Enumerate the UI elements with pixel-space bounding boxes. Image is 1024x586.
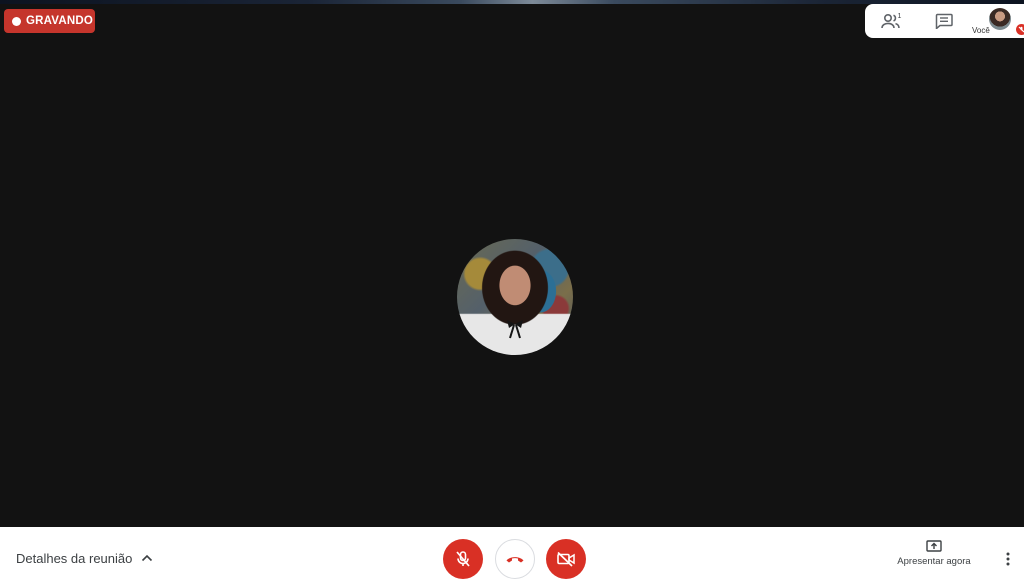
meeting-details-label: Detalhes da reunião	[16, 550, 133, 566]
chat-icon	[935, 13, 953, 29]
self-avatar	[989, 8, 1011, 30]
present-screen-icon	[926, 540, 942, 552]
bow-tie-shape	[507, 320, 523, 339]
people-icon: 1	[881, 13, 902, 29]
leave-call-button[interactable]	[495, 539, 535, 579]
self-label: Você	[972, 26, 990, 35]
participants-count: 1	[898, 13, 902, 20]
chat-button[interactable]	[933, 11, 955, 31]
meeting-details-button[interactable]: Detalhes da reunião	[16, 549, 153, 567]
mic-toggle-button[interactable]	[443, 539, 483, 579]
mic-off-icon	[456, 551, 470, 567]
more-options-button[interactable]	[998, 549, 1018, 569]
bottom-control-bar: Detalhes da reunião Apresentar agora	[0, 527, 1024, 586]
self-preview-tile[interactable]: Você	[969, 4, 1024, 38]
video-stage: GRAVANDO 1 Você	[0, 0, 1024, 527]
participants-button[interactable]: 1	[881, 11, 903, 31]
hangup-icon	[506, 557, 524, 563]
mic-off-icon	[1016, 24, 1024, 35]
record-dot-icon	[12, 16, 21, 26]
camera-off-icon	[557, 551, 575, 567]
recording-label: GRAVANDO	[26, 15, 93, 27]
camera-toggle-button[interactable]	[546, 539, 586, 579]
top-right-panel: 1 Você	[865, 4, 1024, 38]
recording-badge: GRAVANDO	[4, 9, 95, 33]
participant-avatar	[457, 239, 573, 355]
present-now-button[interactable]: Apresentar agora	[890, 540, 978, 576]
present-now-label: Apresentar agora	[897, 556, 971, 567]
chevron-up-icon	[142, 554, 153, 562]
more-vert-icon	[1006, 552, 1010, 566]
